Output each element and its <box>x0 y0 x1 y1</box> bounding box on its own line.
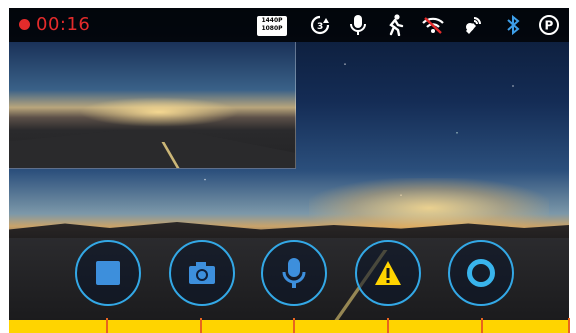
camera-live-view: 00:16 1440P 1080P 3 P <box>9 8 569 320</box>
ring-icon <box>467 259 495 287</box>
resolution-secondary: 1080P <box>261 25 283 32</box>
microphone-icon[interactable] <box>346 13 370 37</box>
callout-line-assistant <box>481 318 483 333</box>
parking-mode-icon[interactable]: P <box>537 13 561 37</box>
stop-icon <box>96 261 120 285</box>
motion-detection-icon[interactable] <box>383 13 407 37</box>
warning-icon <box>375 261 401 285</box>
callout-bar <box>9 320 569 333</box>
status-bar: 00:16 1440P 1080P 3 P <box>9 8 569 42</box>
stop-record-button[interactable] <box>75 240 141 306</box>
loop-recording-icon[interactable]: 3 <box>308 13 332 37</box>
emergency-button[interactable] <box>355 240 421 306</box>
recording-indicator-icon <box>19 19 30 30</box>
callout-line-emergency <box>387 318 389 333</box>
gps-icon[interactable] <box>461 13 485 37</box>
recording-timer: 00:16 <box>36 14 91 35</box>
pip-horizon-glow <box>79 97 239 127</box>
svg-text:P: P <box>545 19 554 33</box>
resolution-primary: 1440P <box>261 17 283 24</box>
snapshot-button[interactable] <box>169 240 235 306</box>
mic-button[interactable] <box>261 240 327 306</box>
resolution-badge[interactable]: 1440P 1080P <box>257 16 287 36</box>
wifi-off-icon[interactable] <box>421 13 445 37</box>
svg-text:3: 3 <box>317 22 323 32</box>
camera-icon <box>189 262 215 284</box>
pip-road <box>9 130 295 168</box>
rear-camera-preview[interactable] <box>9 42 296 169</box>
assistant-button[interactable] <box>448 240 514 306</box>
callout-line-edge <box>568 318 570 333</box>
callout-line-stop <box>106 318 108 333</box>
control-bar <box>9 240 569 310</box>
callout-line-snapshot <box>200 318 202 333</box>
callout-line-mic <box>293 318 295 333</box>
bluetooth-icon[interactable] <box>501 13 525 37</box>
microphone-icon <box>282 258 306 288</box>
